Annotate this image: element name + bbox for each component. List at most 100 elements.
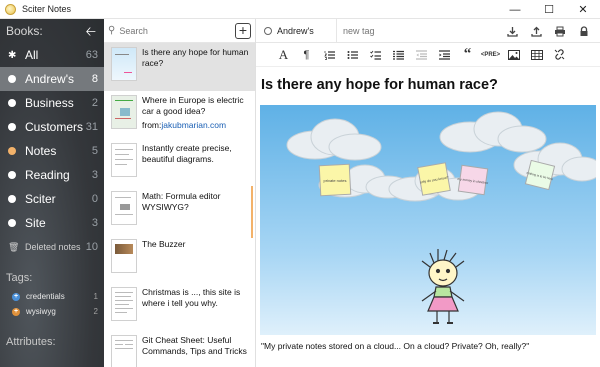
plus-circle-icon: + bbox=[12, 292, 20, 301]
notes-list: ⚲ + Is there any hope for human race? Wh… bbox=[104, 19, 256, 367]
note-title: The Buzzer bbox=[142, 239, 186, 249]
window-title: Sciter Notes bbox=[22, 4, 72, 14]
book-count: 31 bbox=[85, 121, 98, 133]
note-thumbnail bbox=[111, 47, 137, 81]
sidebar-item-notes[interactable]: Notes 5 bbox=[0, 139, 104, 163]
list-item[interactable]: The Buzzer bbox=[104, 235, 255, 283]
note-thumbnail bbox=[111, 191, 137, 225]
search-input[interactable] bbox=[119, 25, 224, 36]
cloud-illustration: private notes only do you know? my money… bbox=[260, 105, 596, 335]
sidebar-item-reading[interactable]: Reading 3 bbox=[0, 163, 104, 187]
book-dot-icon bbox=[8, 195, 16, 203]
note-thumbnail bbox=[111, 95, 137, 129]
list-item[interactable]: Where in Europe is electric car a good i… bbox=[104, 91, 255, 139]
trash-icon: 🗑 bbox=[8, 241, 20, 252]
note-thumbnail bbox=[111, 143, 137, 177]
sidebar-item-business[interactable]: Business 2 bbox=[0, 91, 104, 115]
illustration-caption[interactable]: "My private notes stored on a cloud... O… bbox=[261, 341, 529, 351]
preformatted-button[interactable]: <PRE> bbox=[479, 46, 502, 64]
indent-icon[interactable] bbox=[433, 46, 456, 64]
book-dot-icon bbox=[8, 147, 16, 155]
print-icon[interactable] bbox=[548, 23, 572, 39]
sidebar-item-andrews[interactable]: Andrew's 8 bbox=[0, 67, 104, 91]
book-count: 10 bbox=[85, 241, 98, 253]
image-icon[interactable] bbox=[502, 46, 525, 64]
book-count: 2 bbox=[91, 97, 98, 109]
new-tag-input[interactable] bbox=[343, 25, 443, 36]
sidebar-item-site[interactable]: Site 3 bbox=[0, 211, 104, 235]
book-label: Site bbox=[25, 216, 46, 230]
list-item[interactable]: Christmas is ..., this site is where i t… bbox=[104, 283, 255, 331]
sticky-note-1: private notes bbox=[318, 163, 352, 197]
book-count: 0 bbox=[91, 193, 98, 205]
books-header-label: Books: bbox=[6, 24, 43, 38]
outdent-icon[interactable] bbox=[410, 46, 433, 64]
list-item[interactable]: Math: Formula editor WYSIWYG? bbox=[104, 187, 255, 235]
download-icon[interactable] bbox=[500, 23, 524, 39]
maximize-icon[interactable]: ☐ bbox=[532, 0, 566, 19]
sidebar-item-customers[interactable]: Customers 31 bbox=[0, 115, 104, 139]
bulleted-list-icon[interactable] bbox=[341, 46, 364, 64]
sidebar-item-sciter[interactable]: Sciter 0 bbox=[0, 187, 104, 211]
tag-item-credentials[interactable]: + credentials 1 bbox=[0, 289, 104, 304]
list-icon[interactable] bbox=[387, 46, 410, 64]
lock-icon[interactable] bbox=[572, 23, 596, 39]
note-thumbnail bbox=[111, 239, 137, 273]
scrollbar[interactable] bbox=[251, 186, 253, 238]
book-dot-icon bbox=[8, 75, 16, 83]
tag-item-wysiwyg[interactable]: + wysiwyg 2 bbox=[0, 304, 104, 319]
document-title[interactable]: Is there any hope for human race? bbox=[256, 67, 600, 104]
sidebar-item-deleted-notes[interactable]: 🗑 Deleted notes 10 bbox=[0, 235, 104, 259]
unlink-icon[interactable] bbox=[548, 46, 571, 64]
numbered-list-icon[interactable] bbox=[318, 46, 341, 64]
paragraph-icon[interactable]: ¶ bbox=[295, 46, 318, 64]
note-title: Math: Formula editor WYSIWYG? bbox=[142, 191, 221, 212]
note-source-link[interactable]: jakubmarian.com bbox=[161, 120, 226, 130]
book-count: 3 bbox=[91, 217, 98, 229]
book-count: 3 bbox=[91, 169, 98, 181]
radio-icon bbox=[264, 26, 272, 35]
minimize-icon[interactable]: — bbox=[498, 0, 532, 19]
sticky-note-3: my money in shoebox bbox=[457, 164, 489, 196]
books-header: Books: 🡠 bbox=[0, 19, 104, 43]
back-arrow-icon[interactable]: 🡠 bbox=[85, 23, 96, 45]
editor-actions bbox=[500, 23, 596, 39]
editor-header: Andrew's bbox=[256, 18, 600, 43]
note-title: Christmas is ..., this site is where i t… bbox=[142, 287, 241, 308]
cartoon-figure bbox=[421, 249, 465, 324]
book-count: 8 bbox=[91, 73, 98, 85]
upload-icon[interactable] bbox=[524, 23, 548, 39]
book-label: Notes bbox=[25, 144, 57, 158]
tags-header: Tags: bbox=[6, 272, 33, 284]
book-dot-icon bbox=[8, 171, 16, 179]
book-dot-icon bbox=[8, 99, 16, 107]
tag-label: credentials bbox=[26, 292, 65, 301]
list-item[interactable]: Git Cheat Sheet: Useful Commands, Tips a… bbox=[104, 331, 255, 367]
sticky-note-label-1: private notes bbox=[324, 178, 347, 183]
book-label: Deleted notes bbox=[25, 242, 81, 252]
close-icon[interactable]: ✕ bbox=[566, 0, 600, 19]
search-bar: ⚲ bbox=[104, 19, 255, 43]
table-icon[interactable] bbox=[525, 46, 548, 64]
book-selector[interactable]: Andrew's bbox=[256, 18, 337, 43]
book-dot-icon bbox=[8, 123, 16, 131]
note-thumbnail bbox=[111, 335, 137, 367]
list-item[interactable]: Instantly create precise, beautiful diag… bbox=[104, 139, 255, 187]
book-selector-value: Andrew's bbox=[277, 25, 314, 36]
plus-circle-icon: + bbox=[12, 307, 20, 316]
checklist-icon[interactable] bbox=[364, 46, 387, 64]
book-dot-icon bbox=[8, 219, 16, 227]
tag-count: 1 bbox=[93, 292, 98, 301]
book-count: 63 bbox=[85, 49, 98, 61]
quote-icon[interactable]: “ bbox=[456, 46, 479, 64]
note-title: Git Cheat Sheet: Useful Commands, Tips a… bbox=[142, 335, 247, 356]
book-count: 5 bbox=[91, 145, 98, 157]
book-label: Sciter bbox=[25, 192, 56, 206]
tag-count: 2 bbox=[93, 307, 98, 316]
note-title: Is there any hope for human race? bbox=[142, 47, 249, 68]
add-note-button[interactable]: + bbox=[235, 23, 251, 39]
font-icon[interactable]: A bbox=[272, 46, 295, 64]
list-item[interactable]: Is there any hope for human race? bbox=[104, 43, 255, 91]
sidebar-item-all[interactable]: ✱ All 63 bbox=[0, 43, 104, 67]
editor-pane: Andrew's A ¶ bbox=[256, 18, 600, 367]
